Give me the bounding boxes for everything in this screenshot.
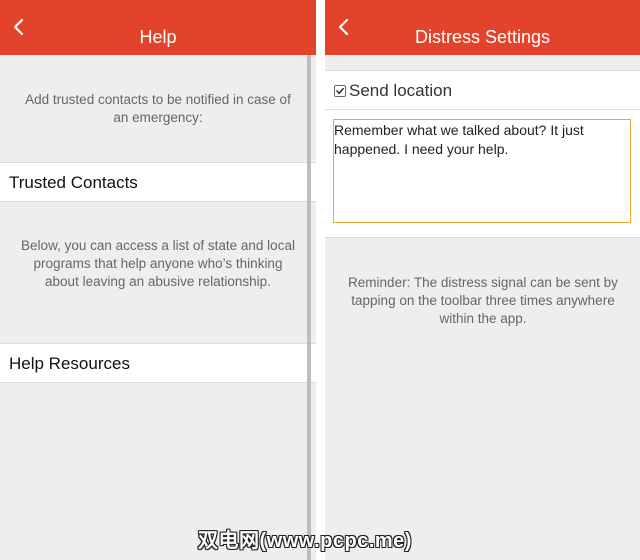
send-location-row: Send location	[325, 70, 640, 110]
help-appbar: Help	[0, 0, 316, 55]
distress-settings-screen: Distress Settings Send location Remember…	[325, 0, 640, 560]
trusted-contacts-row[interactable]: Trusted Contacts	[0, 162, 316, 202]
help-resources-label: Help Resources	[9, 354, 130, 373]
trusted-contacts-description: Add trusted contacts to be notified in c…	[25, 92, 291, 125]
distress-message-field[interactable]: Remember what we talked about? It just h…	[333, 119, 631, 223]
send-location-checkbox[interactable]	[334, 85, 346, 97]
distress-message-text: Remember what we talked about? It just h…	[334, 122, 584, 157]
help-title: Help	[139, 27, 177, 47]
help-screen: Help Add trusted contacts to be notified…	[0, 0, 316, 560]
distress-appbar: Distress Settings	[325, 0, 640, 55]
help-resources-description: Below, you can access a list of state an…	[21, 238, 295, 289]
distress-reminder-text: Reminder: The distress signal can be sen…	[348, 275, 618, 326]
send-location-label: Send location	[349, 81, 453, 100]
watermark-text: 双电网(www.pcpc.me)	[198, 530, 412, 552]
screenshot-root: Help Add trusted contacts to be notified…	[0, 0, 640, 560]
trusted-contacts-label: Trusted Contacts	[9, 173, 138, 192]
scrollbar[interactable]	[307, 55, 311, 560]
help-resources-row[interactable]: Help Resources	[0, 343, 316, 383]
message-panel: Remember what we talked about? It just h…	[325, 110, 640, 238]
distress-title: Distress Settings	[414, 27, 551, 47]
